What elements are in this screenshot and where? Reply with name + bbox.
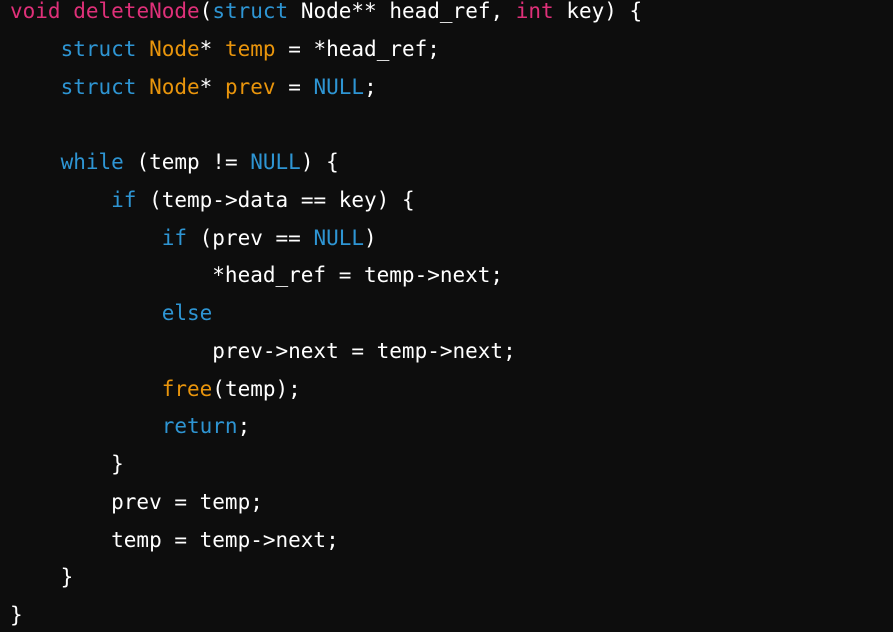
code-token: = xyxy=(275,74,314,99)
code-line: while (temp != NULL) { xyxy=(10,150,339,188)
code-line: free(temp); xyxy=(10,377,301,415)
code-token: Node xyxy=(149,74,200,99)
code-line: struct Node* temp = *head_ref; xyxy=(10,37,440,75)
code-token: Node xyxy=(149,36,200,61)
code-line: *head_ref = temp->next; xyxy=(10,263,503,301)
code-token: Node** head_ref, xyxy=(288,0,516,23)
code-line: } xyxy=(10,603,23,632)
code-token: int xyxy=(515,0,554,23)
code-line: prev->next = temp->next; xyxy=(10,338,516,377)
code-token: ( xyxy=(199,0,213,23)
code-token: } xyxy=(10,603,23,627)
code-token: return xyxy=(161,414,238,439)
code-line: if (prev == NULL) xyxy=(10,226,377,264)
code-token: * xyxy=(199,74,225,99)
code-token: (temp); xyxy=(212,376,301,401)
code-token: * xyxy=(199,36,225,61)
code-token: } xyxy=(10,565,74,590)
code-token: struct xyxy=(60,74,137,99)
code-line: return; xyxy=(10,414,251,452)
code-line: if (temp->data == key) { xyxy=(10,187,415,226)
code-token: prev xyxy=(224,74,276,99)
code-token: if xyxy=(161,225,188,250)
code-token: prev->next = temp->next; xyxy=(10,338,516,363)
code-token: = *head_ref; xyxy=(275,36,440,61)
code-token: key) { xyxy=(553,0,643,23)
code-line: } xyxy=(10,452,124,490)
code-token: void xyxy=(10,0,61,23)
code-editor: void deleteNode(struct Node** head_ref, … xyxy=(0,0,893,632)
code-line: void deleteNode(struct Node** head_ref, … xyxy=(10,0,642,37)
code-token: free xyxy=(161,376,213,401)
code-line: temp = temp->next; xyxy=(10,528,339,566)
code-token: if xyxy=(111,187,137,212)
code-token: } xyxy=(10,452,124,476)
code-token: else xyxy=(161,301,213,325)
code-token: (prev == xyxy=(187,225,314,250)
code-token: struct xyxy=(212,0,289,23)
code-line: } xyxy=(10,565,74,603)
code-token: NULL xyxy=(313,225,365,250)
code-line: struct Node* prev = NULL; xyxy=(10,75,377,113)
code-token: (temp->data == key) { xyxy=(136,187,415,212)
code-token: prev = temp; xyxy=(10,489,263,514)
code-token: NULL xyxy=(250,150,301,174)
code-token: ; xyxy=(364,74,377,99)
code-token: ) xyxy=(364,225,377,250)
code-token: while xyxy=(60,150,124,174)
code-token: ; xyxy=(237,414,251,439)
code-token: *head_ref = temp->next; xyxy=(10,263,504,288)
code-token: temp xyxy=(224,36,276,61)
code-line: prev = temp; xyxy=(10,490,263,528)
code-token: deleteNode xyxy=(73,0,200,23)
code-line: else xyxy=(10,301,213,339)
code-token: temp = temp->next; xyxy=(10,527,339,552)
code-token: (temp != xyxy=(123,150,251,174)
code-token: NULL xyxy=(313,74,365,99)
code-token: struct xyxy=(60,36,137,61)
code-token: ) { xyxy=(300,150,339,174)
